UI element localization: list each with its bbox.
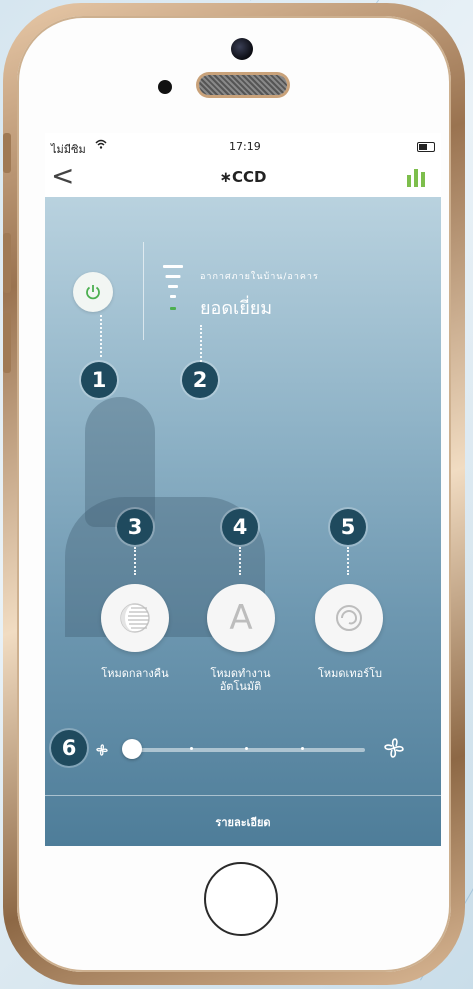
home-button[interactable] [204,862,278,936]
night-mode-label: โหมดกลางคืน [101,667,169,680]
dotted-connector [100,315,102,357]
callout-badge-5: 5 [330,509,366,545]
battery-icon [417,142,435,152]
power-icon [86,285,100,300]
dotted-connector [200,325,202,365]
auto-mode-button[interactable]: A [207,584,275,652]
fan-speed-tick [301,747,304,750]
turbo-mode-button[interactable] [315,584,383,652]
moon-stripes-icon [120,603,150,633]
letter-a-icon: A [229,598,253,638]
app-screen: ไม่มีซิม 17:19 < ∗CCD อากาศภายในบ้าน/อาค… [45,133,441,846]
turbo-swirl-icon [336,605,362,631]
callout-badge-3: 3 [117,509,153,545]
wifi-icon [95,139,107,152]
carrier-label: ไม่มีซิม [51,143,86,156]
dotted-connector [239,547,241,575]
air-quality-label: อากาศภายในบ้าน/อาคาร [200,272,319,282]
callout-badge-4: 4 [222,509,258,545]
fan-speed-track[interactable] [135,748,365,752]
air-quality-value: ยอดเยี่ยม [200,298,273,319]
air-quality-level-icon [161,263,185,319]
auto-mode-label: โหมดทำงาน อัตโนมัติ [210,667,271,693]
volume-down-button [3,313,11,373]
front-camera [231,38,253,60]
signal-bars-icon[interactable] [407,169,427,187]
night-mode-button[interactable] [101,584,169,652]
status-time: 17:19 [229,140,261,153]
power-button[interactable] [73,272,113,312]
fan-large-icon [379,733,409,763]
dotted-connector [134,547,136,575]
dotted-connector [347,547,349,575]
fan-speed-tick [245,747,248,750]
proximity-sensor [158,80,172,94]
callout-badge-2: 2 [182,362,218,398]
details-button[interactable]: รายละเอียด [45,813,441,831]
background-line [250,0,389,1]
callout-badge-1: 1 [81,362,117,398]
turbo-mode-label: โหมดเทอร์โบ [318,667,382,680]
fan-speed-knob[interactable] [122,739,142,759]
earpiece-speaker [199,75,287,95]
volume-up-button [3,233,11,293]
mute-switch [3,133,11,173]
device-title: ∗CCD [219,168,267,186]
nav-bar: < ∗CCD [45,159,441,197]
fan-small-icon [93,741,111,759]
vertical-divider [143,242,144,340]
callout-badge-6: 6 [51,730,87,766]
fan-speed-tick [190,747,193,750]
footer-divider [45,795,441,796]
status-bar: ไม่มีซิม 17:19 [45,133,441,159]
